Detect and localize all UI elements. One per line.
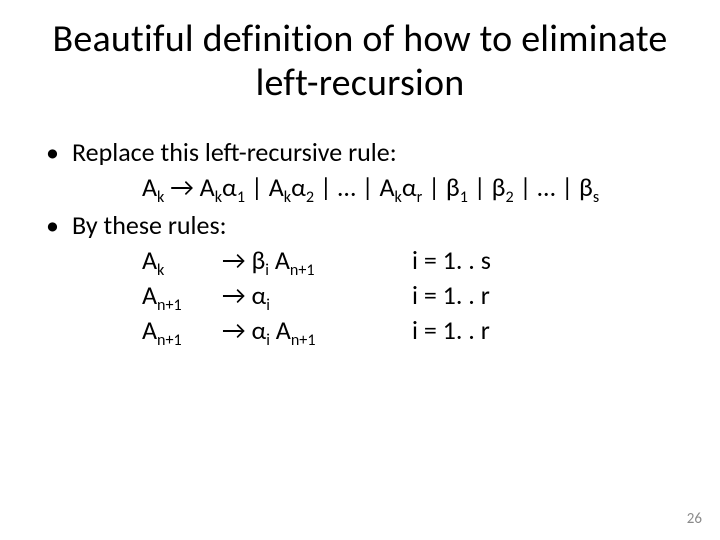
- rule-lhs: An+1: [142, 313, 222, 348]
- rule-lhs: An+1: [142, 278, 222, 313]
- rule-row: An+1 → αi An+1 i = 1. . r: [142, 313, 680, 348]
- rule-cond: i = 1. . r: [412, 278, 490, 313]
- arrow-icon: →: [222, 314, 246, 346]
- rule-rhs: → αi: [222, 278, 412, 313]
- arrow-icon: →: [222, 279, 246, 311]
- rule-cond: i = 1. . s: [412, 243, 491, 278]
- bullet-list: Replace this left-recursive rule: Ak → A…: [40, 135, 680, 348]
- original-rule: Ak → Akα1 | Akα2 | … | Akαr | β1 | β2 | …: [72, 170, 680, 205]
- bullet-by-these-text: By these rules:: [72, 209, 227, 241]
- bullet-replace: Replace this left-recursive rule: Ak → A…: [40, 135, 680, 205]
- rule-rhs-expr: βi An+1: [251, 244, 314, 276]
- bullet-replace-text: Replace this left-recursive rule:: [72, 136, 397, 168]
- rule-row: Ak → βi An+1 i = 1. . s: [142, 243, 680, 278]
- slide-title: Beautiful definition of how to eliminate…: [40, 18, 680, 105]
- bullet-by-these: By these rules: Ak → βi An+1 i = 1. . s …: [40, 208, 680, 348]
- rule-rhs: → βi An+1: [222, 243, 412, 278]
- slide-body: Replace this left-recursive rule: Ak → A…: [40, 135, 680, 348]
- rule-rhs: → αi An+1: [222, 313, 412, 348]
- slide: Beautiful definition of how to eliminate…: [0, 0, 720, 540]
- rule-cond: i = 1. . r: [412, 313, 490, 348]
- rewrite-rules: Ak → βi An+1 i = 1. . s An+1 → αi: [72, 243, 680, 348]
- page-number: 26: [687, 510, 702, 528]
- rule-row: An+1 → αi i = 1. . r: [142, 278, 680, 313]
- arrow-icon: →: [222, 244, 246, 276]
- rule-rhs-expr: αi An+1: [251, 314, 315, 346]
- rule-lhs: Ak: [142, 243, 222, 278]
- rule-rhs-expr: αi: [251, 279, 269, 311]
